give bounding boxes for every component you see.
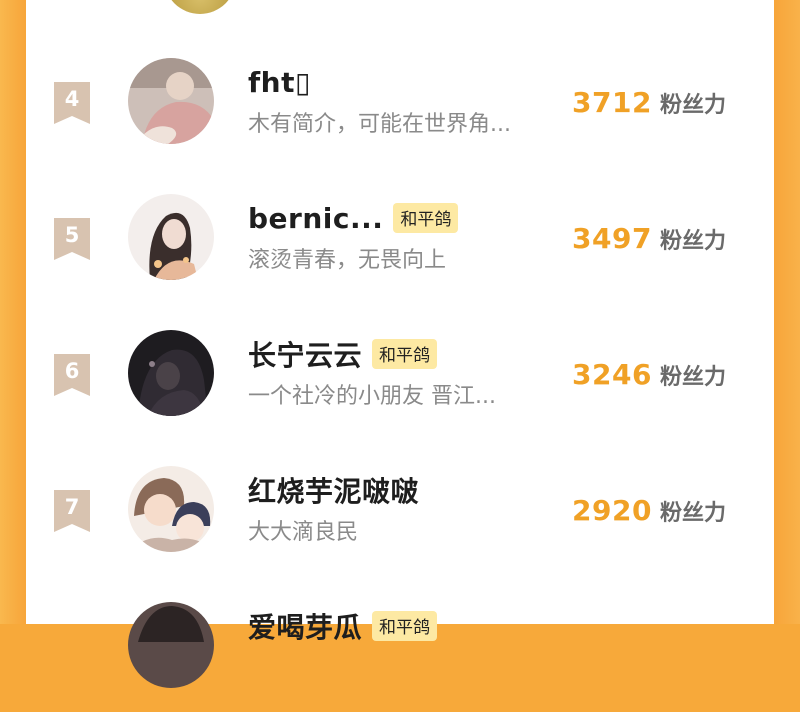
- fans-label: 粉丝力: [659, 501, 726, 526]
- left-frame: [0, 0, 26, 624]
- avatar[interactable]: [128, 330, 214, 416]
- list-item[interactable]: 6 长宁云云 和平鸽 一个社冷的小朋友 晋江... 3246 粉丝力: [26, 330, 774, 440]
- fans-label: 粉丝力: [659, 93, 726, 118]
- right-frame: [774, 0, 800, 624]
- rank-ribbon: 5: [54, 218, 90, 260]
- user-bio: 木有简介，可能在世界角...: [248, 112, 511, 137]
- rank-ribbon: 6: [54, 354, 90, 396]
- list-item[interactable]: 4 fht▯ 木有简介，可能在世界角... 3712 粉丝力: [26, 58, 774, 168]
- peace-dove-badge: 和平鸽: [372, 339, 438, 369]
- user-name[interactable]: 爱喝芽瓜: [248, 606, 362, 646]
- rank-number: 6: [64, 359, 80, 383]
- avatar[interactable]: [128, 194, 214, 280]
- avatar[interactable]: [128, 602, 214, 688]
- user-bio: 一个社冷的小朋友 晋江...: [248, 384, 496, 409]
- peace-dove-badge: 和平鸽: [372, 611, 438, 641]
- user-name[interactable]: fht▯: [248, 66, 311, 99]
- fans-label: 粉丝力: [659, 229, 726, 254]
- fans-count: 3246: [572, 358, 652, 391]
- list-item[interactable]: 爱喝芽瓜 和平鸽: [26, 602, 774, 712]
- avatar[interactable]: [128, 466, 214, 552]
- rank-number: 7: [64, 495, 80, 519]
- rank-number: 5: [64, 223, 80, 247]
- user-name[interactable]: 长宁云云: [248, 334, 362, 374]
- avatar[interactable]: [128, 58, 214, 144]
- fans-count: 3712: [572, 86, 652, 119]
- user-name[interactable]: bernic...: [248, 202, 383, 235]
- rank-number: 4: [64, 87, 80, 111]
- fans-label: 粉丝力: [659, 365, 726, 390]
- fans-count: 3497: [572, 222, 652, 255]
- peace-dove-badge: 和平鸽: [393, 203, 459, 233]
- list-item[interactable]: 7 红烧芋泥啵啵 大大滴良民 2920 粉丝力: [26, 466, 774, 576]
- user-bio: 滚烫青春，无畏向上: [248, 248, 447, 273]
- rank-ribbon: 4: [54, 82, 90, 124]
- fans-count: 2920: [572, 494, 652, 527]
- rank-ribbon: 7: [54, 490, 90, 532]
- user-bio: 大大滴良民: [248, 520, 359, 545]
- avatar[interactable]: [164, 0, 236, 14]
- user-name[interactable]: 红烧芋泥啵啵: [248, 470, 419, 510]
- list-item[interactable]: 5 bernic... 和平鸽 滚烫青春，无畏向上 3497 粉丝力: [26, 194, 774, 304]
